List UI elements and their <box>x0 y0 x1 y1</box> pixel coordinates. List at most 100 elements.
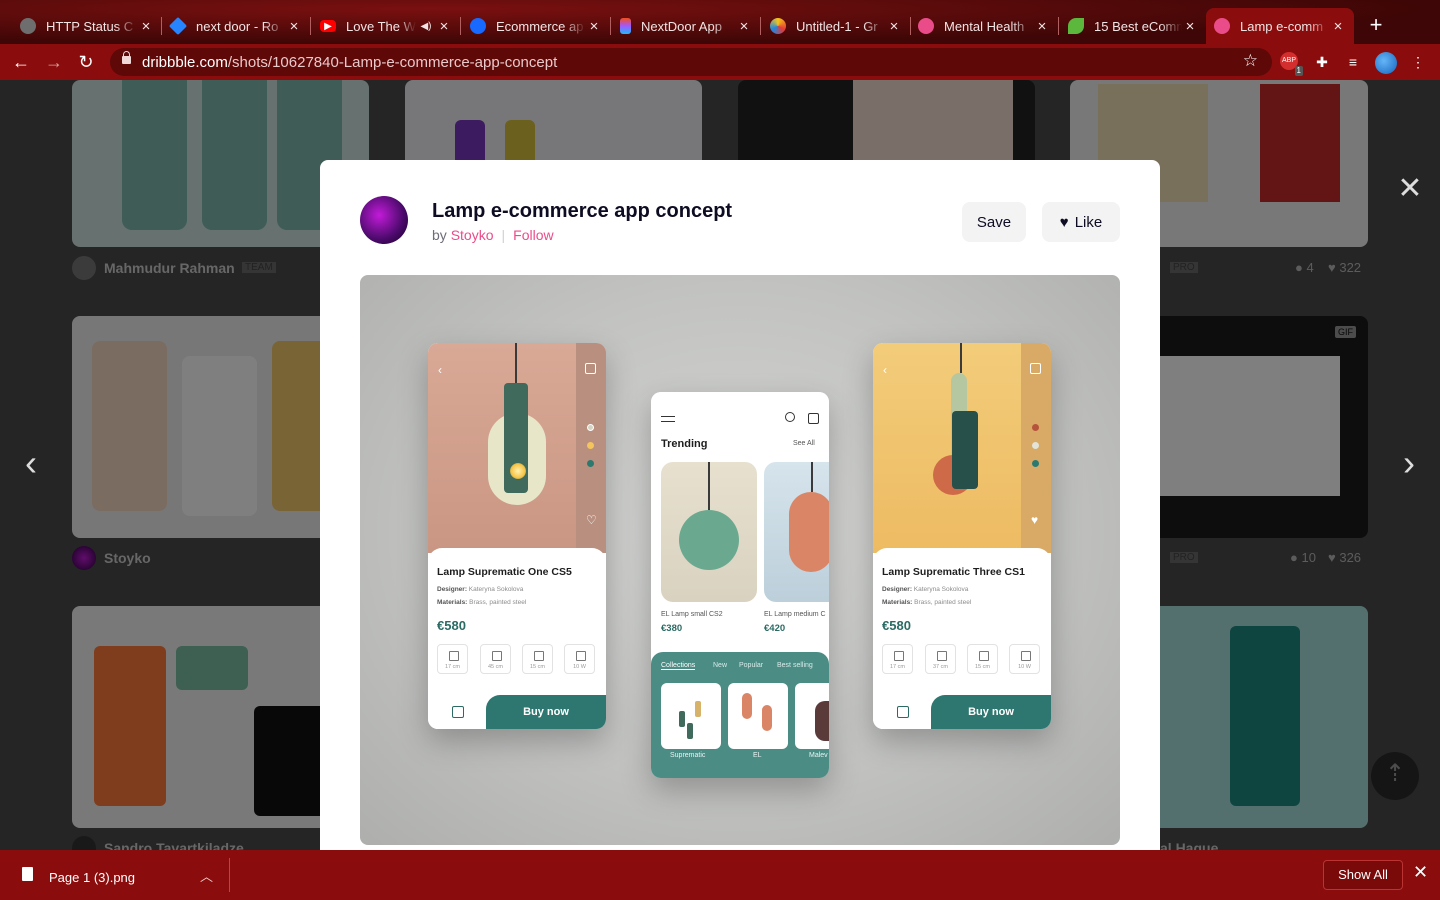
extensions-puzzle-icon[interactable]: ✚ <box>1312 52 1332 72</box>
by-label: by <box>432 227 447 243</box>
phone-mockup-product: ‹ ♡ Lamp Suprematic One CS5 Designer: Ka… <box>428 343 606 729</box>
tab-mental-health[interactable]: Mental Health × <box>910 8 1058 44</box>
phone-mockup-trending: Trending See All EL Lamp small CS2 €380 … <box>651 392 829 778</box>
tab-ecommerce[interactable]: Ecommerce ap × <box>462 8 610 44</box>
file-icon <box>22 867 33 881</box>
behance-icon <box>470 18 486 34</box>
tab-close-icon[interactable]: × <box>1330 18 1346 35</box>
shot-byline: by Stoyko | Follow <box>432 227 554 243</box>
trending-item-name: EL Lamp medium C <box>764 611 826 618</box>
tab-nextdoor-figma[interactable]: NextDoor App × <box>612 8 760 44</box>
url-text: dribbble.com/shots/10627840-Lamp-e-comme… <box>142 54 558 71</box>
tab-untitled[interactable]: Untitled-1 - Gr × <box>762 8 910 44</box>
back-button[interactable]: ← <box>10 52 32 74</box>
shot-image: ‹ ♡ Lamp Suprematic One CS5 Designer: Ka… <box>360 275 1120 845</box>
show-all-button[interactable]: Show All <box>1323 860 1403 890</box>
gradient-icon <box>770 18 786 34</box>
heart-filled-icon: ♥ <box>1031 513 1039 527</box>
media-control-icon[interactable]: ≡ <box>1343 52 1363 72</box>
tab-close-icon[interactable]: × <box>286 18 302 35</box>
color-swatch <box>1032 442 1039 449</box>
profile-avatar-icon[interactable] <box>1375 52 1397 74</box>
tab-title: 15 Best eComm <box>1094 18 1182 34</box>
color-swatch <box>587 424 594 431</box>
adblock-extension-icon[interactable]: ABP 1 <box>1280 52 1303 76</box>
speaker-icon[interactable]: ◀) <box>416 21 436 32</box>
menu-icon <box>661 416 675 422</box>
follow-link[interactable]: Follow <box>513 227 553 243</box>
collections-panel: Collections New Popular Best selling Sup… <box>651 652 829 778</box>
tab-http-status[interactable]: HTTP Status C × <box>12 8 162 44</box>
address-bar[interactable]: dribbble.com/shots/10627840-Lamp-e-comme… <box>110 48 1272 76</box>
product-price: €580 <box>437 618 466 633</box>
next-shot-arrow-icon[interactable]: › <box>1394 445 1424 482</box>
author-link[interactable]: Stoyko <box>451 227 494 243</box>
collection-tile <box>728 683 788 749</box>
browser-tab-strip: HTTP Status C × next door - Ro × ▶ Love … <box>0 0 1440 44</box>
trending-item-name: EL Lamp small CS2 <box>661 611 723 618</box>
color-swatch <box>1032 460 1039 467</box>
author-avatar[interactable] <box>360 196 408 244</box>
previous-shot-arrow-icon[interactable]: ‹ <box>16 445 46 482</box>
bag-icon <box>452 706 464 718</box>
tab-youtube[interactable]: ▶ Love The W ◀) × <box>312 8 460 44</box>
browser-menu-icon[interactable]: ⋮ <box>1408 52 1428 72</box>
product-name: Lamp Suprematic One CS5 <box>437 566 572 578</box>
tab-best-ecommerce[interactable]: 15 Best eComm × <box>1060 8 1206 44</box>
save-button[interactable]: Save <box>962 202 1026 242</box>
close-modal-icon[interactable]: ✕ <box>1396 174 1424 204</box>
new-tab-button[interactable]: + <box>1364 14 1388 38</box>
spec-tile: 37 cm <box>925 644 956 674</box>
tab-close-icon[interactable]: × <box>886 18 902 35</box>
youtube-icon: ▶ <box>320 20 336 32</box>
download-file-name[interactable]: Page 1 (3).png <box>49 870 135 885</box>
color-swatch <box>1032 424 1039 431</box>
tab-close-icon[interactable]: × <box>436 18 452 35</box>
back-arrow-icon: ‹ <box>883 363 887 377</box>
collection-label: EL <box>753 752 762 759</box>
dribbble-icon <box>1214 18 1230 34</box>
spec-tile: 10 W <box>1009 644 1040 674</box>
downloads-bar: Page 1 (3).png ︿ Show All ✕ <box>0 850 1440 900</box>
search-icon <box>785 412 795 422</box>
trending-heading: Trending <box>661 438 708 450</box>
tab-close-icon[interactable]: × <box>1034 18 1050 35</box>
leaf-icon <box>1068 18 1084 34</box>
chevron-up-icon[interactable]: ︿ <box>200 866 213 885</box>
dribbble-icon <box>918 18 934 34</box>
collection-tab: Best selling <box>777 662 813 669</box>
tab-close-icon[interactable]: × <box>586 18 602 35</box>
lock-icon <box>122 51 131 64</box>
tab-title: Untitled-1 - Gr <box>796 18 878 34</box>
tab-close-icon[interactable]: × <box>1182 18 1198 35</box>
reload-button[interactable]: ↻ <box>75 52 97 74</box>
trending-card <box>764 462 829 602</box>
spec-tile: 15 cm <box>967 644 998 674</box>
shot-title: Lamp e-commerce app concept <box>432 200 733 222</box>
bag-icon <box>897 706 909 718</box>
heart-outline-icon: ♡ <box>586 513 597 527</box>
collection-tab: Popular <box>739 662 764 669</box>
forward-button[interactable]: → <box>43 52 65 74</box>
back-arrow-icon: ‹ <box>438 363 442 377</box>
tab-close-icon[interactable]: × <box>736 18 752 35</box>
buy-now-button: Buy now <box>931 695 1051 729</box>
tab-close-icon[interactable]: × <box>138 18 154 35</box>
figma-icon <box>620 18 631 34</box>
close-downloads-icon[interactable]: ✕ <box>1413 862 1428 883</box>
tab-title: next door - Ro <box>196 18 279 34</box>
trending-item-price: €420 <box>764 623 786 634</box>
product-price: €580 <box>882 618 911 633</box>
tab-lamp-ecommerce[interactable]: Lamp e-comm × <box>1206 8 1354 44</box>
like-button[interactable]: ♥ Like <box>1042 202 1120 242</box>
trending-card <box>661 462 757 602</box>
color-swatch <box>587 460 594 467</box>
lamp-body-image <box>952 411 978 489</box>
tab-next-door[interactable]: next door - Ro × <box>162 8 310 44</box>
tab-title: Lamp e-comm <box>1240 18 1324 34</box>
see-all-link: See All <box>793 440 815 447</box>
product-details: Lamp Suprematic One CS5 Designer: Katery… <box>428 548 606 729</box>
shot-modal: Lamp e-commerce app concept by Stoyko | Fo… <box>320 160 1160 850</box>
bag-icon <box>585 363 596 374</box>
bookmark-star-icon[interactable]: ☆ <box>1243 51 1258 71</box>
